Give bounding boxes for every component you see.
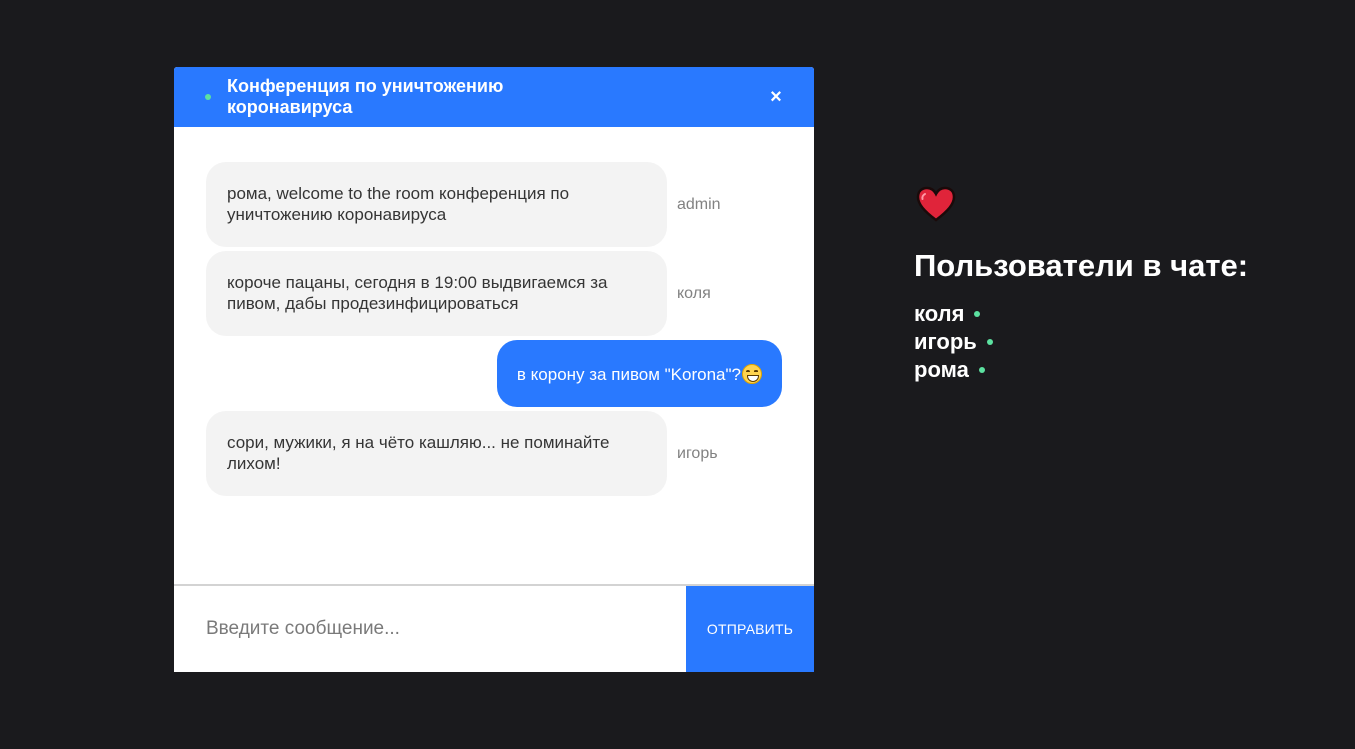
message-bubble: короче пацаны, сегодня в 19:00 выдвигаем… <box>206 251 667 336</box>
online-indicator <box>205 94 211 100</box>
message-row: короче пацаны, сегодня в 19:00 выдвигаем… <box>174 251 814 336</box>
heart-icon <box>916 186 956 222</box>
own-message-row: в корону за пивом "Korona"? <box>174 340 814 407</box>
user-item: рома <box>914 356 1248 384</box>
user-list: коля игорь рома <box>914 300 1248 384</box>
chat-window: Конференция по уничтожению коронавируса … <box>174 67 814 672</box>
message-row: сори, мужики, я на чёто кашляю... не пом… <box>174 411 814 496</box>
online-indicator <box>978 367 985 373</box>
users-title: Пользователи в чате: <box>914 248 1249 283</box>
user-name: рома <box>914 357 969 382</box>
send-button[interactable]: Отправить <box>686 586 814 672</box>
message-list[interactable]: рома, welcome to the room конференция по… <box>174 127 814 584</box>
users-panel: Пользователи в чате: коля игорь рома <box>914 186 1248 384</box>
message-bubble: сори, мужики, я на чёто кашляю... не пом… <box>206 411 667 496</box>
grinning-face-icon <box>742 364 762 384</box>
online-indicator <box>974 311 981 317</box>
close-icon[interactable]: × <box>768 87 784 107</box>
own-message-bubble: в корону за пивом "Korona"? <box>496 340 782 407</box>
user-name: игорь <box>914 329 977 354</box>
message-text: в корону за пивом "Korona"? <box>516 365 741 384</box>
message-composer: Отправить <box>174 584 814 672</box>
user-item: игорь <box>914 328 1248 356</box>
message-input[interactable] <box>174 586 686 672</box>
message-sender: admin <box>677 195 721 213</box>
message-sender: игорь <box>677 444 718 462</box>
user-item: коля <box>914 300 1248 328</box>
chat-header: Конференция по уничтожению коронавируса … <box>174 67 814 127</box>
message-sender: коля <box>677 284 711 302</box>
room-title: Конференция по уничтожению коронавируса <box>227 76 504 117</box>
message-row: рома, welcome to the room конференция по… <box>174 162 814 247</box>
user-name: коля <box>914 301 965 326</box>
online-indicator <box>986 339 993 345</box>
message-bubble: рома, welcome to the room конференция по… <box>206 162 667 247</box>
